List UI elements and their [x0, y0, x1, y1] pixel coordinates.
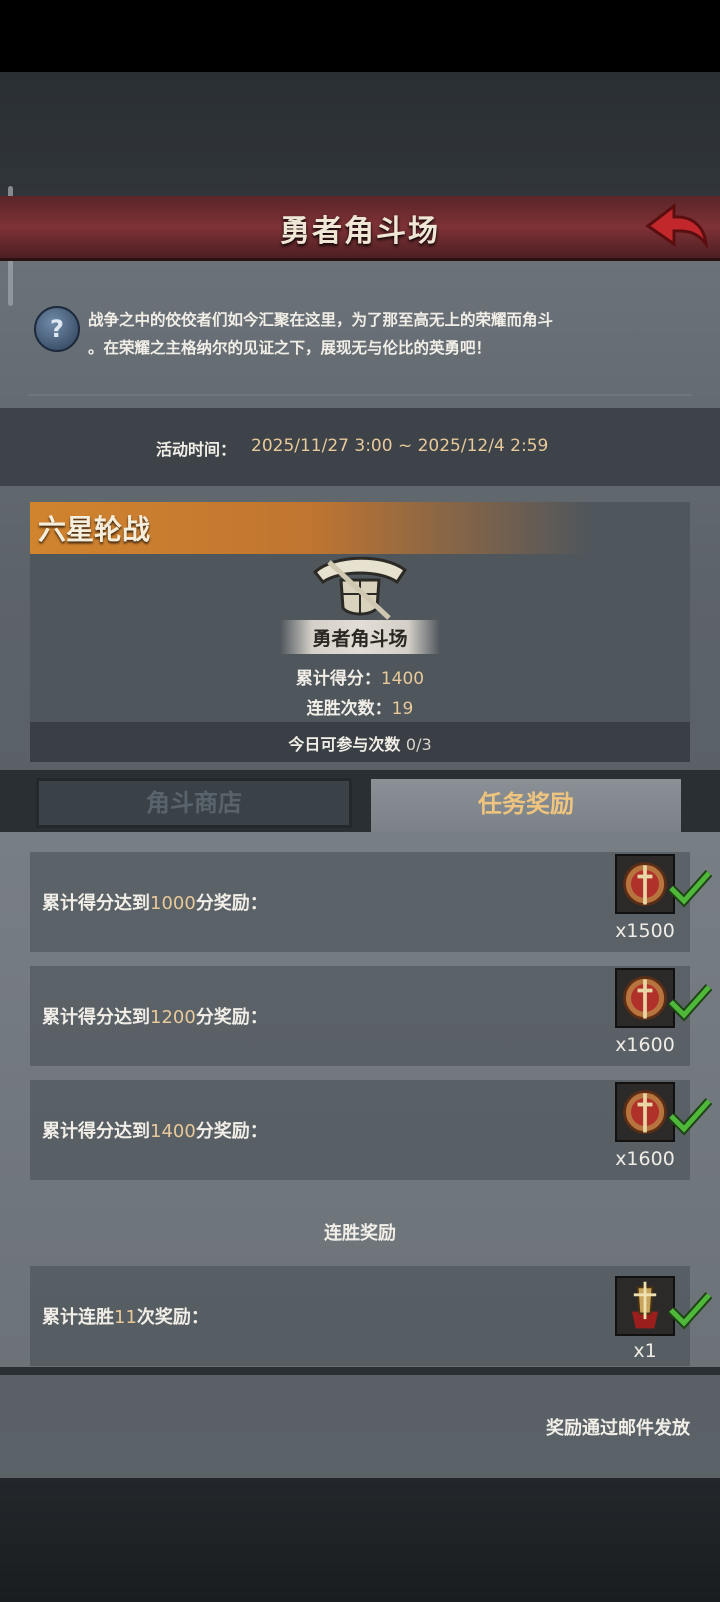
attempts-value: 0/3: [405, 735, 432, 754]
reward-quantity: x1600: [615, 1034, 675, 1056]
tab-arena-shop[interactable]: 角斗商店: [36, 778, 352, 828]
arena-emblem-icon: [312, 556, 408, 620]
claimed-check-icon: [668, 1098, 712, 1136]
reward-label-pre: 累计得分达到: [42, 893, 150, 914]
reward-label-post: 分奖励：: [195, 893, 268, 914]
medal-icon[interactable]: [615, 854, 675, 914]
reward-label: 累计连胜11次奖励：: [42, 1303, 209, 1329]
reward-quantity: x1: [633, 1340, 657, 1362]
reward-quantity: x1600: [615, 1148, 675, 1170]
tab-task-rewards[interactable]: 任务奖励: [368, 776, 684, 832]
event-time-label: 活动时间：: [156, 440, 237, 459]
reward-label-pre: 累计连胜: [42, 1307, 114, 1328]
reward-label-pre: 累计得分达到: [42, 1121, 150, 1142]
background-bottom: [0, 1478, 720, 1602]
total-score-value: 1400: [380, 669, 425, 689]
reward-threshold: 1200: [150, 1007, 196, 1028]
event-description: 战争之中的佼佼者们如今汇聚在这里，为了那至高无上的荣耀而角斗 。在荣耀之主格纳尔…: [88, 306, 688, 362]
description-line: 战争之中的佼佼者们如今汇聚在这里，为了那至高无上的荣耀而角斗: [88, 311, 554, 329]
arena-plaque-label: 勇者角斗场: [312, 628, 408, 650]
list-bottom-border: [0, 1367, 720, 1375]
claimed-check-icon: [668, 1292, 712, 1330]
total-score-label: 累计得分：: [295, 669, 381, 689]
reward-label-pre: 累计得分达到: [42, 1007, 150, 1028]
background-top: [0, 72, 720, 196]
medal-icon[interactable]: [615, 968, 675, 1028]
win-streak-value: 19: [391, 699, 414, 719]
reward-quantity: x1500: [615, 920, 675, 942]
sword-shield-icon[interactable]: [615, 1276, 675, 1336]
event-time-value: 2025/11/27 3:00 ~ 2025/12/4 2:59: [251, 436, 549, 456]
medal-icon[interactable]: [615, 1082, 675, 1142]
page-title: 勇者角斗场: [280, 214, 440, 249]
help-icon[interactable]: ?: [34, 306, 80, 352]
reward-label-post: 分奖励：: [195, 1007, 268, 1028]
back-button[interactable]: [644, 200, 710, 252]
reward-label: 累计得分达到1400分奖励：: [42, 1117, 268, 1143]
reward-label-post: 分奖励：: [195, 1121, 268, 1142]
event-title: 六星轮战: [38, 513, 151, 546]
reward-label: 累计得分达到1200分奖励：: [42, 1003, 268, 1029]
mail-delivery-note: 奖励通过邮件发放: [546, 1418, 690, 1439]
reward-threshold: 1000: [150, 893, 196, 914]
claimed-check-icon: [668, 984, 712, 1022]
list-item-cut: [606, 832, 676, 836]
reward-threshold: 1400: [150, 1121, 196, 1142]
reward-threshold: 11: [114, 1307, 137, 1328]
reward-label-post: 次奖励：: [136, 1307, 209, 1328]
reward-list[interactable]: 累计得分达到1000分奖励： x1500 累计得分达到1200分奖励： x160…: [0, 832, 720, 1367]
streak-section-title: 连胜奖励: [324, 1223, 396, 1244]
reward-label: 累计得分达到1000分奖励：: [42, 889, 268, 915]
attempts-label: 今日可参与次数: [288, 735, 401, 754]
description-line: 。在荣耀之主格纳尔的见证之下，展现无与伦比的英勇吧！: [88, 339, 492, 357]
total-score: 累计得分：1400: [0, 664, 720, 689]
status-bar-area: [0, 0, 720, 72]
claimed-check-icon: [668, 870, 712, 908]
back-arrow-icon: [645, 202, 709, 250]
attempts-text: 今日可参与次数 0/3: [0, 731, 720, 755]
divider: [28, 394, 692, 396]
win-streak: 连胜次数：19: [0, 694, 720, 719]
win-streak-label: 连胜次数：: [306, 699, 392, 719]
